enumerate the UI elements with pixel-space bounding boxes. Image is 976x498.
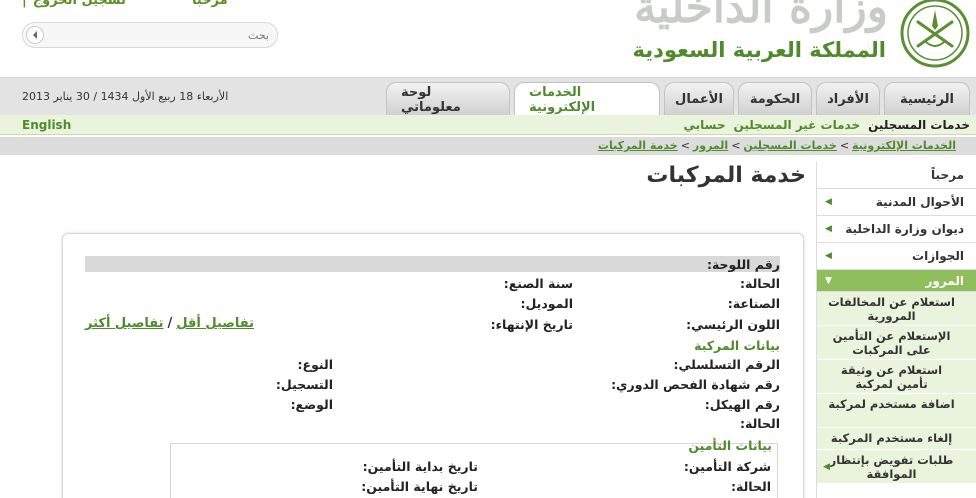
type-label: النوع: bbox=[297, 357, 333, 372]
page-title: خدمة المركبات bbox=[646, 163, 806, 188]
arrow-left-icon bbox=[33, 31, 37, 39]
sidebar-item-label: الأحوال المدنية bbox=[875, 195, 964, 209]
search-button[interactable] bbox=[26, 26, 44, 44]
status2-label: الحالة: bbox=[740, 416, 780, 431]
sidebar-subitem-label: اضافة مستخدم لمركبة bbox=[828, 397, 955, 411]
breadcrumb-registered[interactable]: خدمات المسجلين bbox=[743, 139, 836, 152]
insurance-status-label: الحالة: bbox=[731, 479, 771, 494]
sidebar-subitem-violations[interactable]: استعلام عن المخالفات المرورية bbox=[817, 292, 976, 326]
sidebar-welcome: مرحباً bbox=[817, 162, 976, 189]
sidebar-item-moi-diwan[interactable]: ديوان وزارة الداخلية ◀ bbox=[817, 216, 976, 243]
breadcrumb-bar: الخدمات الإلكترونية>خدمات المسجلين>المرو… bbox=[0, 137, 976, 155]
year-label: سنة الصنع: bbox=[503, 276, 573, 291]
unregistered-services-link[interactable]: خدمات غير المسجلين bbox=[734, 118, 861, 132]
expiry-label: تاريخ الإنتهاء: bbox=[490, 317, 573, 332]
tab-dashboard[interactable]: لوحة معلوماتي bbox=[386, 82, 510, 116]
breadcrumb: الخدمات الإلكترونية>خدمات المسجلين>المرو… bbox=[598, 139, 956, 152]
registration-label: التسجيل: bbox=[275, 377, 333, 392]
breadcrumb-traffic[interactable]: المرور bbox=[693, 139, 728, 152]
logout-label[interactable]: تسجيل الخروج bbox=[33, 0, 126, 8]
sidebar-subitem-add-user[interactable]: اضافة مستخدم لمركبة bbox=[817, 394, 976, 428]
sidebar-subitem-insurance-inquiry[interactable]: الإستعلام عن التأمين على المركبات bbox=[817, 326, 976, 360]
insurance-data-heading: بيانات التأمين bbox=[688, 438, 772, 453]
inspection-label: رقم شهادة الفحص الدوري: bbox=[611, 377, 780, 392]
divider: | bbox=[22, 0, 27, 8]
details-toggle: تفاصيل أقل/تفاصيل أكثر bbox=[85, 316, 254, 331]
my-account-link[interactable]: حسابي bbox=[684, 118, 726, 132]
nav-tabs: الرئيسية الأفراد الحكومة الأعمال الخدمات… bbox=[386, 82, 976, 116]
saudi-emblem-logo bbox=[900, 0, 970, 68]
breadcrumb-separator: > bbox=[680, 139, 690, 152]
arrow-left-icon: ◀ bbox=[825, 251, 832, 261]
plate-label: رقم اللوحة: bbox=[706, 257, 780, 272]
sidebar-item-label: المرور bbox=[925, 274, 965, 288]
breadcrumb-separator: > bbox=[839, 139, 850, 152]
sidebar-subitem-label: إلغاء مستخدم المركبة bbox=[830, 431, 953, 445]
sidebar-subitem-label: طلبات تفويض بإنتظار الموافقة bbox=[829, 453, 954, 481]
tab-individuals[interactable]: الأفراد bbox=[816, 82, 880, 116]
breadcrumb-vehicles[interactable]: خدمة المركبات bbox=[598, 139, 678, 152]
insurance-end-label: تاريخ نهاية التأمين: bbox=[361, 479, 478, 494]
insurance-company-label: شركة التأمين: bbox=[683, 459, 771, 474]
sub-nav-links: خدمات المسجلين خدمات غير المسجلين حسابي bbox=[684, 118, 971, 132]
chassis-label: رقم الهيكل: bbox=[704, 397, 780, 412]
make-label: الصناعة: bbox=[727, 296, 780, 311]
logo-title: وزارة الداخلية bbox=[634, 0, 888, 33]
tab-government[interactable]: الحكومة bbox=[738, 82, 812, 116]
logo-subtitle: المملكة العربية السعودية bbox=[632, 38, 886, 62]
sidebar: مرحباً الأحوال المدنية ◀ ديوان وزارة الد… bbox=[816, 162, 976, 498]
arrow-down-icon: ▼ bbox=[825, 276, 832, 286]
sidebar-subitem-insurance-document[interactable]: استعلام عن وثيقة تأمين لمركبة bbox=[817, 360, 976, 394]
sidebar-item-label: ديوان وزارة الداخلية bbox=[845, 222, 964, 236]
welcome-label: مرحبا bbox=[192, 0, 228, 8]
current-date: الأربعاء 18 ربيع الأول 1434 / 30 يناير 2… bbox=[22, 90, 229, 103]
sidebar-subitem-label: استعلام عن وثيقة تأمين لمركبة bbox=[840, 363, 943, 391]
english-link[interactable]: English bbox=[22, 118, 71, 132]
arrow-left-icon: ◀ bbox=[823, 461, 830, 472]
search-box bbox=[22, 22, 278, 48]
model-label: الموديل: bbox=[520, 296, 573, 311]
tab-business[interactable]: الأعمال bbox=[664, 82, 734, 116]
sidebar-subitem-label: الإستعلام عن التأمين على المركبات bbox=[832, 329, 951, 357]
sidebar-subitem-pending-authorizations[interactable]: طلبات تفويض بإنتظار الموافقة ◀ bbox=[817, 450, 976, 484]
sidebar-subitem-label: استعلام عن المخالفات المرورية bbox=[828, 295, 955, 323]
tab-eservices[interactable]: الخدمات الإلكترونية bbox=[514, 82, 660, 116]
color-label: اللون الرئيسي: bbox=[686, 317, 780, 332]
sidebar-item-label: الجوازات bbox=[912, 249, 964, 263]
registered-services-link[interactable]: خدمات المسجلين bbox=[868, 118, 970, 132]
main-nav: الأربعاء 18 ربيع الأول 1434 / 30 يناير 2… bbox=[0, 77, 976, 116]
arrow-left-icon: ◀ bbox=[825, 224, 832, 234]
status-label: الحالة: bbox=[740, 276, 780, 291]
sidebar-item-traffic[interactable]: المرور ▼ bbox=[817, 270, 976, 292]
more-details-link[interactable]: تفاصيل أكثر bbox=[85, 316, 164, 331]
state-label: الوضع: bbox=[290, 397, 333, 412]
sub-nav: English خدمات المسجلين خدمات غير المسجلي… bbox=[0, 115, 976, 135]
serial-label: الرقم التسلسلي: bbox=[673, 357, 780, 372]
plate-header-bar bbox=[85, 256, 780, 272]
breadcrumb-eservices[interactable]: الخدمات الإلكترونية bbox=[852, 139, 956, 152]
divider: / bbox=[167, 316, 173, 331]
sidebar-item-civil-affairs[interactable]: الأحوال المدنية ◀ bbox=[817, 189, 976, 216]
breadcrumb-separator: > bbox=[731, 139, 741, 152]
less-details-link[interactable]: تفاصيل أقل bbox=[176, 316, 254, 331]
sidebar-subitem-remove-user[interactable]: إلغاء مستخدم المركبة bbox=[817, 428, 976, 450]
arrow-left-icon: ◀ bbox=[825, 197, 832, 207]
search-input[interactable] bbox=[59, 27, 269, 43]
insurance-start-label: تاريخ بداية التأمين: bbox=[362, 459, 478, 474]
tab-home[interactable]: الرئيسية bbox=[884, 82, 970, 116]
vehicle-data-heading: بيانات المركبة bbox=[694, 338, 780, 353]
site-header: وزارة الداخلية المملكة العربية السعودية … bbox=[0, 0, 976, 78]
logout-link[interactable]: | تسجيل الخروج bbox=[22, 0, 126, 8]
sidebar-item-passports[interactable]: الجوازات ◀ bbox=[817, 243, 976, 270]
